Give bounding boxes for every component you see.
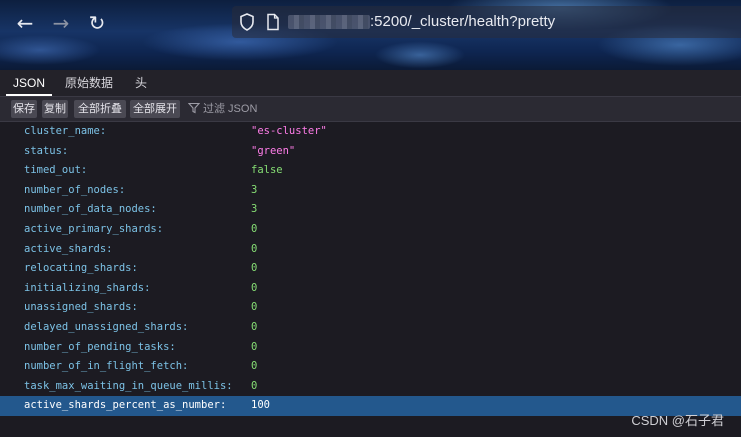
json-key: number_of_data_nodes: — [24, 203, 157, 216]
json-row[interactable]: cluster_name: "es-cluster" — [0, 122, 741, 142]
json-value: 0 — [251, 242, 258, 255]
json-value: 0 — [251, 379, 258, 392]
copy-button[interactable]: 复制 — [42, 100, 68, 118]
viewer-tabs: JSON 原始数据 头 — [0, 70, 741, 97]
json-value: 0 — [251, 360, 258, 373]
json-row[interactable]: number_of_data_nodes: 3 — [0, 200, 741, 220]
browser-toolbar: ← → ↻ :5200/_cluster/health?pretty — [0, 0, 741, 70]
json-row[interactable]: active_primary_shards: 0 — [0, 220, 741, 240]
json-toolbar: 保存 复制 全部折叠 全部展开 过滤 JSON — [0, 97, 741, 122]
reload-icon[interactable]: ↻ — [84, 10, 110, 36]
json-value: 0 — [251, 320, 258, 333]
back-arrow-icon[interactable]: ← — [12, 10, 38, 36]
json-key: active_shards: — [24, 242, 113, 255]
json-key: number_of_pending_tasks: — [24, 340, 176, 353]
address-bar[interactable]: :5200/_cluster/health?pretty — [232, 6, 741, 38]
json-key: status: — [24, 144, 69, 157]
json-key: number_of_in_flight_fetch: — [24, 360, 189, 373]
json-row[interactable]: active_shards_percent_as_number: 100 — [0, 396, 741, 416]
json-row[interactable]: relocating_shards: 0 — [0, 259, 741, 279]
tab-raw-data[interactable]: 原始数据 — [58, 70, 120, 96]
json-value: 3 — [251, 203, 258, 216]
json-key: active_shards_percent_as_number: — [24, 399, 227, 412]
json-value: 0 — [251, 340, 258, 353]
json-value: 0 — [251, 262, 258, 275]
json-key: task_max_waiting_in_queue_millis: — [24, 379, 233, 392]
tab-json[interactable]: JSON — [6, 70, 52, 96]
json-key: cluster_name: — [24, 125, 107, 137]
expand-all-button[interactable]: 全部展开 — [130, 100, 180, 118]
json-value: false — [251, 164, 283, 177]
tab-headers[interactable]: 头 — [126, 70, 156, 96]
json-key: initializing_shards: — [24, 281, 151, 294]
json-key: timed_out: — [24, 164, 88, 177]
json-row[interactable]: active_shards: 0 — [0, 240, 741, 260]
json-key: relocating_shards: — [24, 262, 138, 275]
forward-arrow-icon[interactable]: → — [48, 10, 74, 36]
json-value: 3 — [251, 183, 258, 196]
redacted-host — [288, 15, 370, 29]
filter-placeholder: 过滤 JSON — [203, 103, 258, 115]
json-row[interactable]: timed_out: false — [0, 161, 741, 181]
json-row[interactable]: task_max_waiting_in_queue_millis: 0 — [0, 377, 741, 397]
url-text[interactable]: :5200/_cluster/health?pretty — [370, 13, 555, 31]
json-value: 0 — [251, 222, 258, 235]
json-value: 0 — [251, 281, 258, 294]
json-row[interactable]: number_of_in_flight_fetch: 0 — [0, 357, 741, 377]
page-icon[interactable] — [264, 13, 282, 31]
json-row[interactable]: status: "green" — [0, 142, 741, 162]
json-value: 100 — [251, 399, 270, 412]
collapse-all-button[interactable]: 全部折叠 — [74, 100, 126, 118]
filter-icon — [187, 102, 201, 114]
save-button[interactable]: 保存 — [11, 100, 37, 118]
json-row[interactable]: number_of_nodes: 3 — [0, 181, 741, 201]
json-key: delayed_unassigned_shards: — [24, 320, 189, 333]
shield-icon[interactable] — [238, 13, 256, 31]
json-row[interactable]: delayed_unassigned_shards: 0 — [0, 318, 741, 338]
json-row[interactable]: initializing_shards: 0 — [0, 279, 741, 299]
json-key: number_of_nodes: — [24, 183, 126, 196]
json-value: "es-cluster" — [251, 125, 327, 137]
json-key: active_primary_shards: — [24, 222, 164, 235]
json-row[interactable]: number_of_pending_tasks: 0 — [0, 338, 741, 358]
json-value: 0 — [251, 301, 258, 314]
watermark: CSDN @石子君 — [631, 413, 724, 428]
json-row[interactable]: unassigned_shards: 0 — [0, 298, 741, 318]
json-value: "green" — [251, 144, 296, 157]
filter-json-input[interactable]: 过滤 JSON — [187, 100, 258, 118]
json-key: unassigned_shards: — [24, 301, 138, 314]
json-tree: cluster_name: "es-cluster" status: "green" t… — [0, 122, 741, 416]
